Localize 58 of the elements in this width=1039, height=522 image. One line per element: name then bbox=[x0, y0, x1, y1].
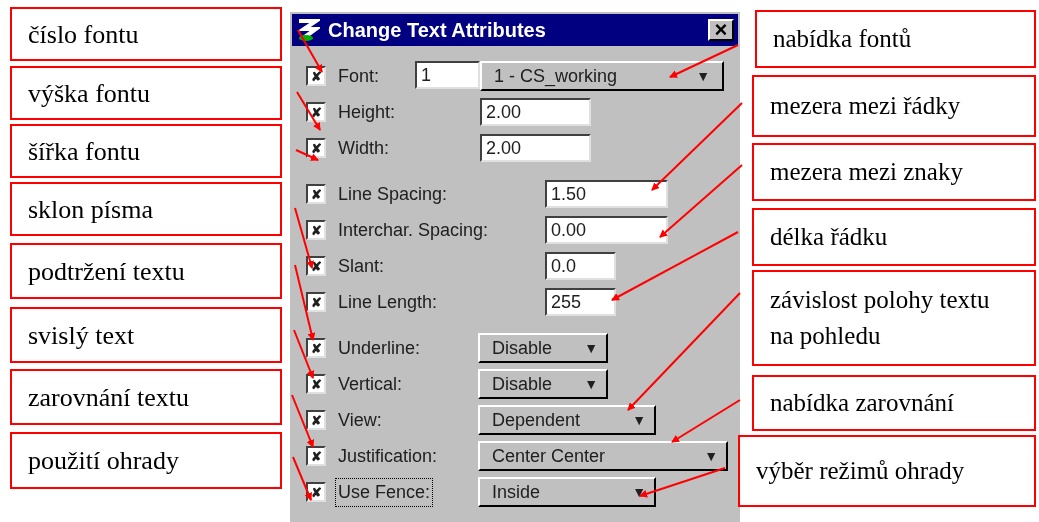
callout-label: sklon písma bbox=[10, 182, 282, 236]
number-field[interactable]: 0.0 bbox=[545, 252, 616, 280]
callout-label: nabídka zarovnání bbox=[752, 375, 1036, 431]
callout-label: závislost polohy textu na pohledu bbox=[752, 270, 1036, 366]
font-dropdown[interactable]: 1 - CS_working ▼ bbox=[480, 61, 724, 91]
arrow bbox=[292, 456, 312, 501]
field-label: Height: bbox=[337, 100, 397, 124]
checkbox[interactable]: ✘ bbox=[306, 446, 326, 466]
callout-label: mezera mezi znaky bbox=[752, 143, 1036, 201]
field-label: Line Length: bbox=[337, 290, 439, 314]
close-button[interactable]: × bbox=[708, 19, 734, 41]
checkbox[interactable]: ✘ bbox=[306, 374, 326, 394]
callout-label: zarovnání textu bbox=[10, 369, 282, 425]
number-field[interactable]: 2.00 bbox=[480, 98, 591, 126]
dropdown[interactable]: Disable ▼ bbox=[478, 333, 608, 363]
checkbox[interactable]: ✘ bbox=[306, 292, 326, 312]
number-field[interactable]: 255 bbox=[545, 288, 616, 316]
callout-label: nabídka fontů bbox=[755, 10, 1036, 68]
field-label: Width: bbox=[337, 136, 390, 160]
number-field[interactable]: 2.00 bbox=[480, 134, 591, 162]
dropdown[interactable]: Center Center ▼ bbox=[478, 441, 728, 471]
app-logo-icon bbox=[296, 17, 320, 43]
window-title: Change Text Attributes bbox=[328, 18, 546, 43]
field-label: Interchar. Spacing: bbox=[337, 218, 490, 242]
field-label: Font: bbox=[337, 64, 381, 88]
checkbox[interactable]: ✘ bbox=[306, 482, 326, 502]
field-label: Slant: bbox=[337, 254, 386, 278]
callout-label: použití ohrady bbox=[10, 432, 282, 489]
field-label: Line Spacing: bbox=[337, 182, 449, 206]
field-label: Underline: bbox=[337, 336, 422, 360]
dropdown[interactable]: Disable ▼ bbox=[478, 369, 608, 399]
checkbox[interactable]: ✘ bbox=[306, 410, 326, 430]
checkbox[interactable]: ✘ bbox=[306, 102, 326, 122]
number-field[interactable]: 1.50 bbox=[545, 180, 668, 208]
arrow bbox=[296, 91, 321, 131]
dropdown[interactable]: Inside ▼ bbox=[478, 477, 656, 507]
checkbox[interactable]: ✘ bbox=[306, 138, 326, 158]
field-label: View: bbox=[337, 408, 383, 432]
checkbox[interactable]: ✘ bbox=[306, 338, 326, 358]
callout-label: číslo fontu bbox=[10, 7, 282, 61]
callout-label: svislý text bbox=[10, 307, 282, 363]
number-field[interactable]: 0.00 bbox=[545, 216, 668, 244]
arrow bbox=[294, 207, 314, 269]
callout-label: mezera mezi řádky bbox=[752, 75, 1036, 137]
field-label: Vertical: bbox=[337, 372, 404, 396]
field-label: Use Fence: bbox=[336, 478, 433, 506]
callout-label: šířka fontu bbox=[10, 124, 282, 178]
checkbox[interactable]: ✘ bbox=[306, 66, 326, 86]
checkbox[interactable]: ✘ bbox=[306, 220, 326, 240]
arrow bbox=[297, 29, 323, 73]
field-label: Justification: bbox=[337, 444, 439, 468]
callout-label: výška fontu bbox=[10, 66, 282, 120]
checkbox[interactable]: ✘ bbox=[306, 184, 326, 204]
font-number-field[interactable]: 1 bbox=[415, 61, 480, 89]
dropdown[interactable]: Dependent ▼ bbox=[478, 405, 656, 435]
callout-label: výběr režimů ohrady bbox=[738, 435, 1036, 507]
callout-label: délka řádku bbox=[752, 208, 1036, 266]
callout-label: podtržení textu bbox=[10, 243, 282, 299]
